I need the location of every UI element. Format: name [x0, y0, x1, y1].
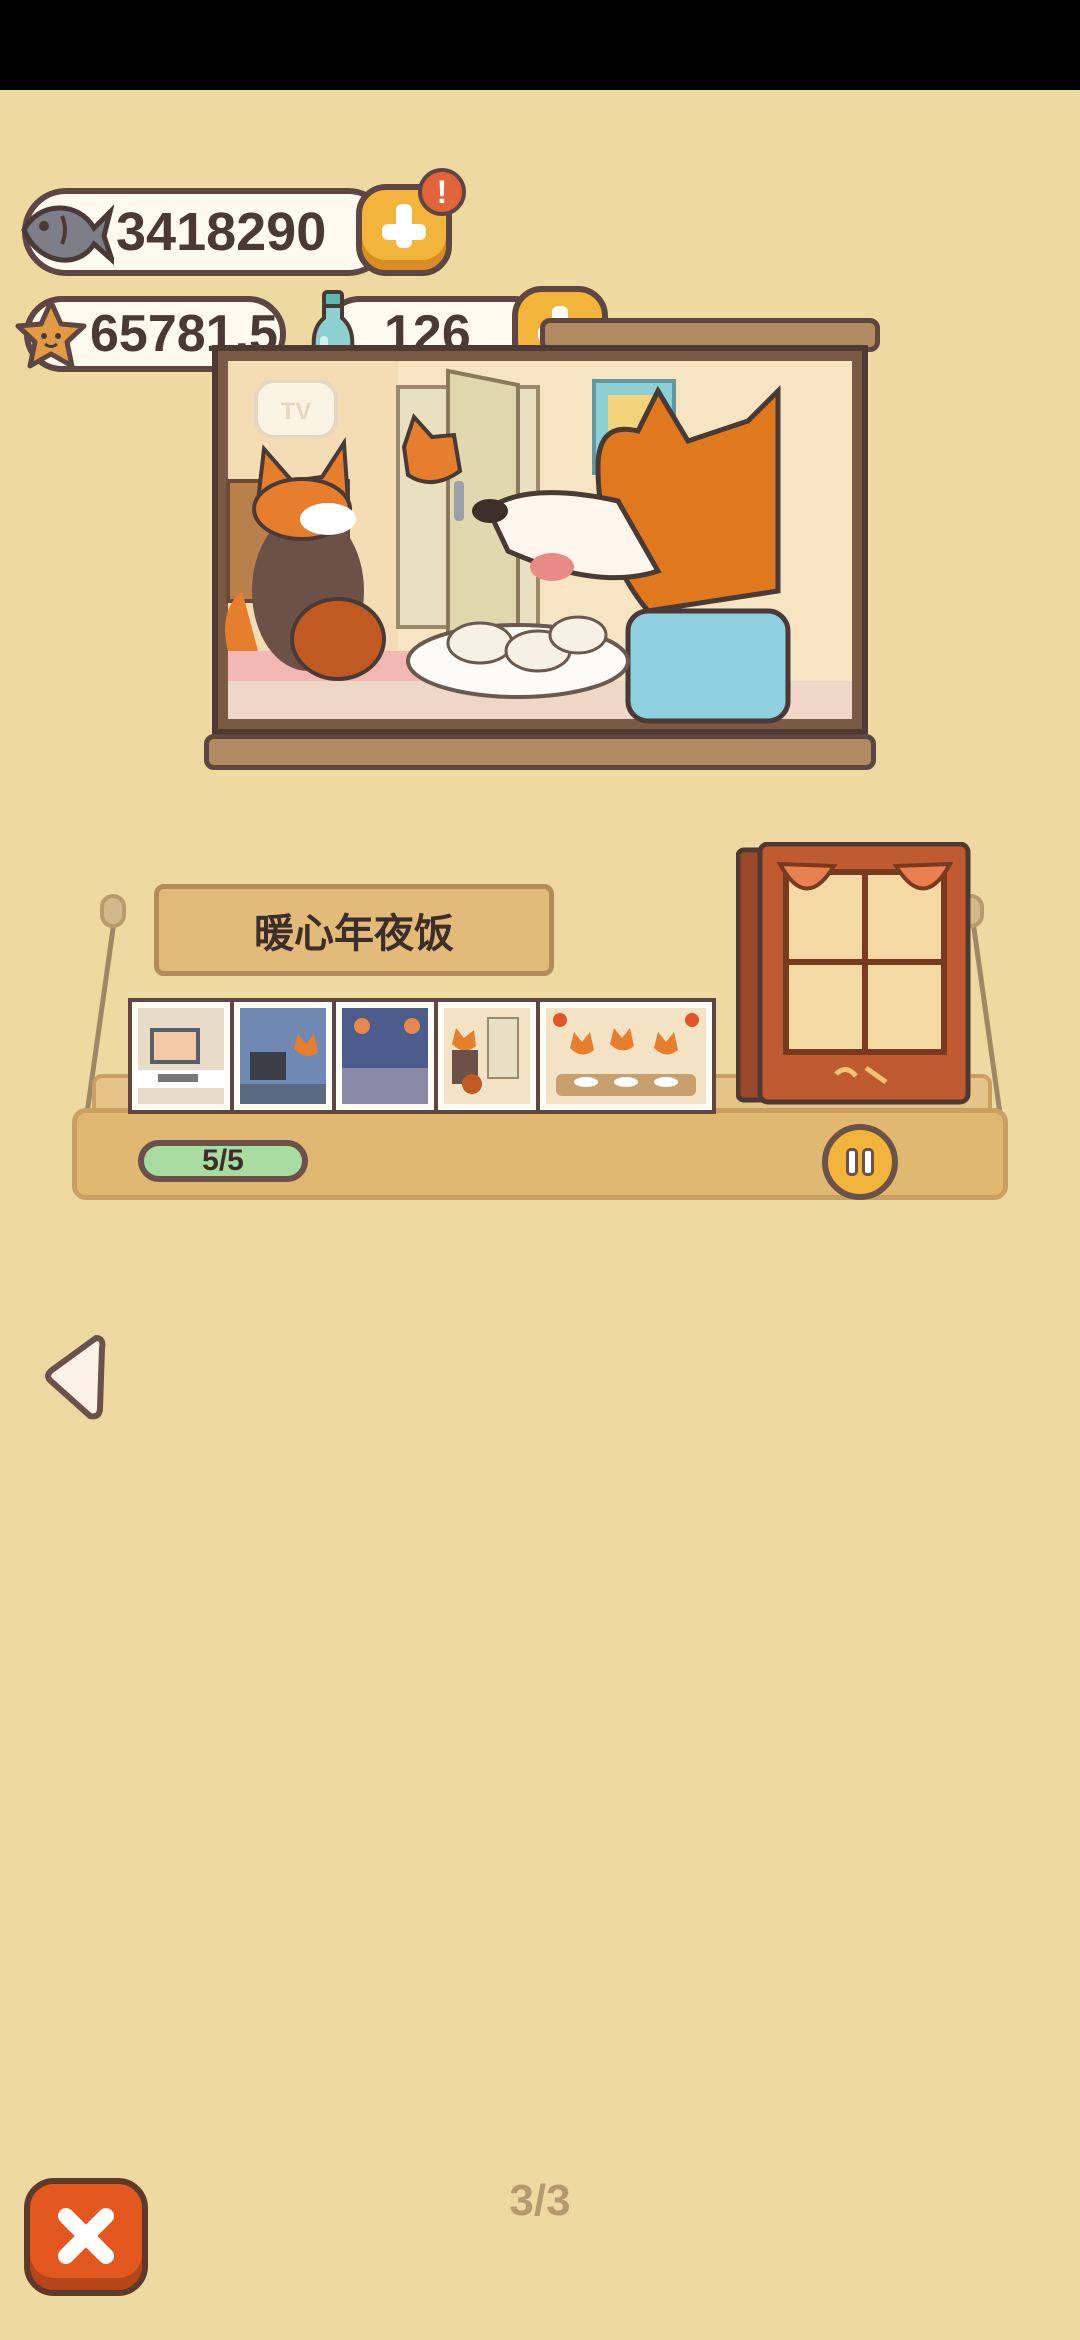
night-window-icon — [342, 1018, 428, 1104]
thumbnail-4[interactable] — [434, 998, 540, 1114]
tv-label: TV — [281, 398, 312, 425]
status-bar — [0, 0, 1080, 90]
close-button[interactable] — [24, 2178, 148, 2296]
fox-family-dinner-icon — [553, 1013, 699, 1096]
star-icon — [15, 299, 87, 369]
fox-door-icon — [452, 1017, 519, 1094]
computer-desk-icon — [138, 1028, 224, 1088]
thumbnail-1[interactable] — [128, 998, 234, 1114]
fox-dinner-scene-illustration: TV — [225, 361, 852, 724]
fish-icon — [21, 204, 114, 266]
close-icon — [58, 2208, 114, 2264]
thumbnail-2[interactable] — [230, 998, 336, 1114]
story-scene: TV — [212, 345, 868, 735]
alert-badge: ! — [418, 168, 466, 216]
fish-count: 3418290 — [116, 202, 327, 262]
thumbnail-5[interactable] — [536, 998, 716, 1114]
fox-computer-night-icon — [240, 1034, 326, 1104]
album-progress: 5/5 — [138, 1140, 308, 1182]
album-book-icon[interactable] — [736, 842, 972, 1108]
page-indicator: 3/3 — [509, 2176, 571, 2225]
pause-button[interactable] — [822, 1124, 898, 1200]
hook-left — [100, 894, 126, 928]
album-thumbnails — [128, 998, 716, 1114]
back-arrow-icon[interactable] — [42, 1330, 106, 1422]
album-title: 暖心年夜饭 — [154, 884, 554, 976]
thumbnail-3[interactable] — [332, 998, 438, 1114]
scene-frame-bottom — [204, 734, 876, 770]
